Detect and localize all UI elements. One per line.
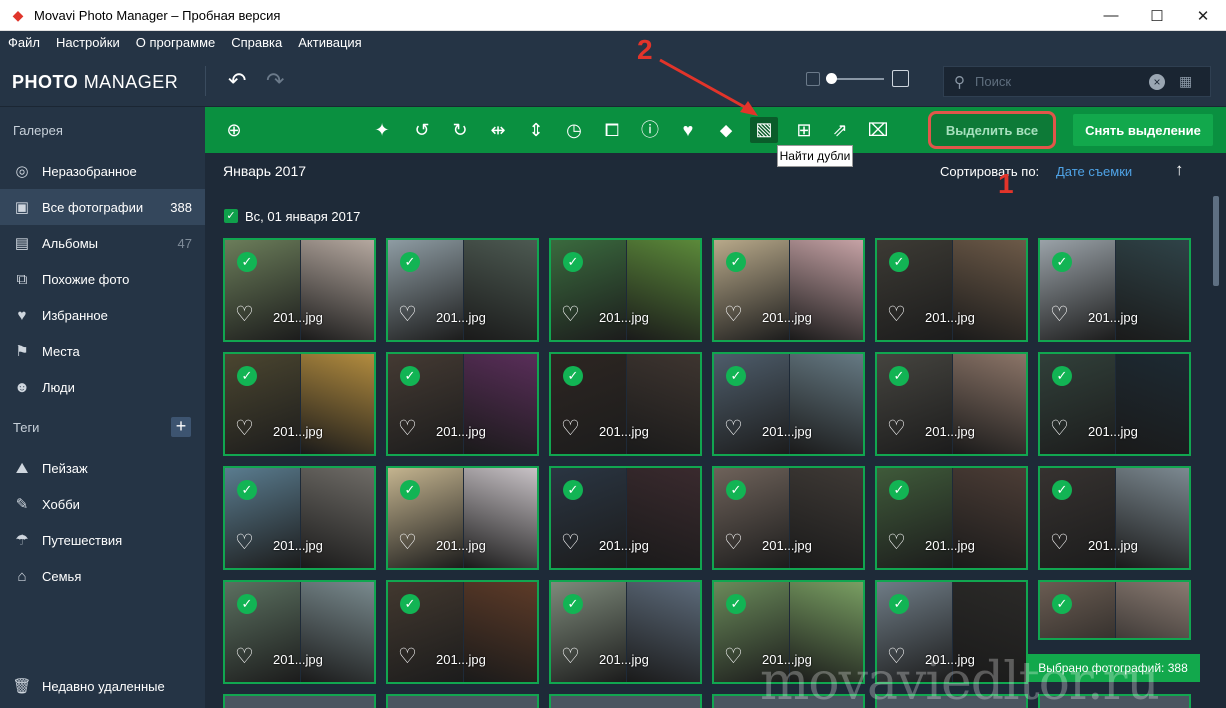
app-window: ◆ Movavi Photo Manager – Пробная версия … xyxy=(0,0,1226,708)
annotation-number-2: 2 xyxy=(637,34,653,65)
annotation-arrow xyxy=(659,58,758,116)
annotation-number-1: 1 xyxy=(998,168,1014,199)
watermark: movaviedltor.ru xyxy=(760,652,1160,708)
